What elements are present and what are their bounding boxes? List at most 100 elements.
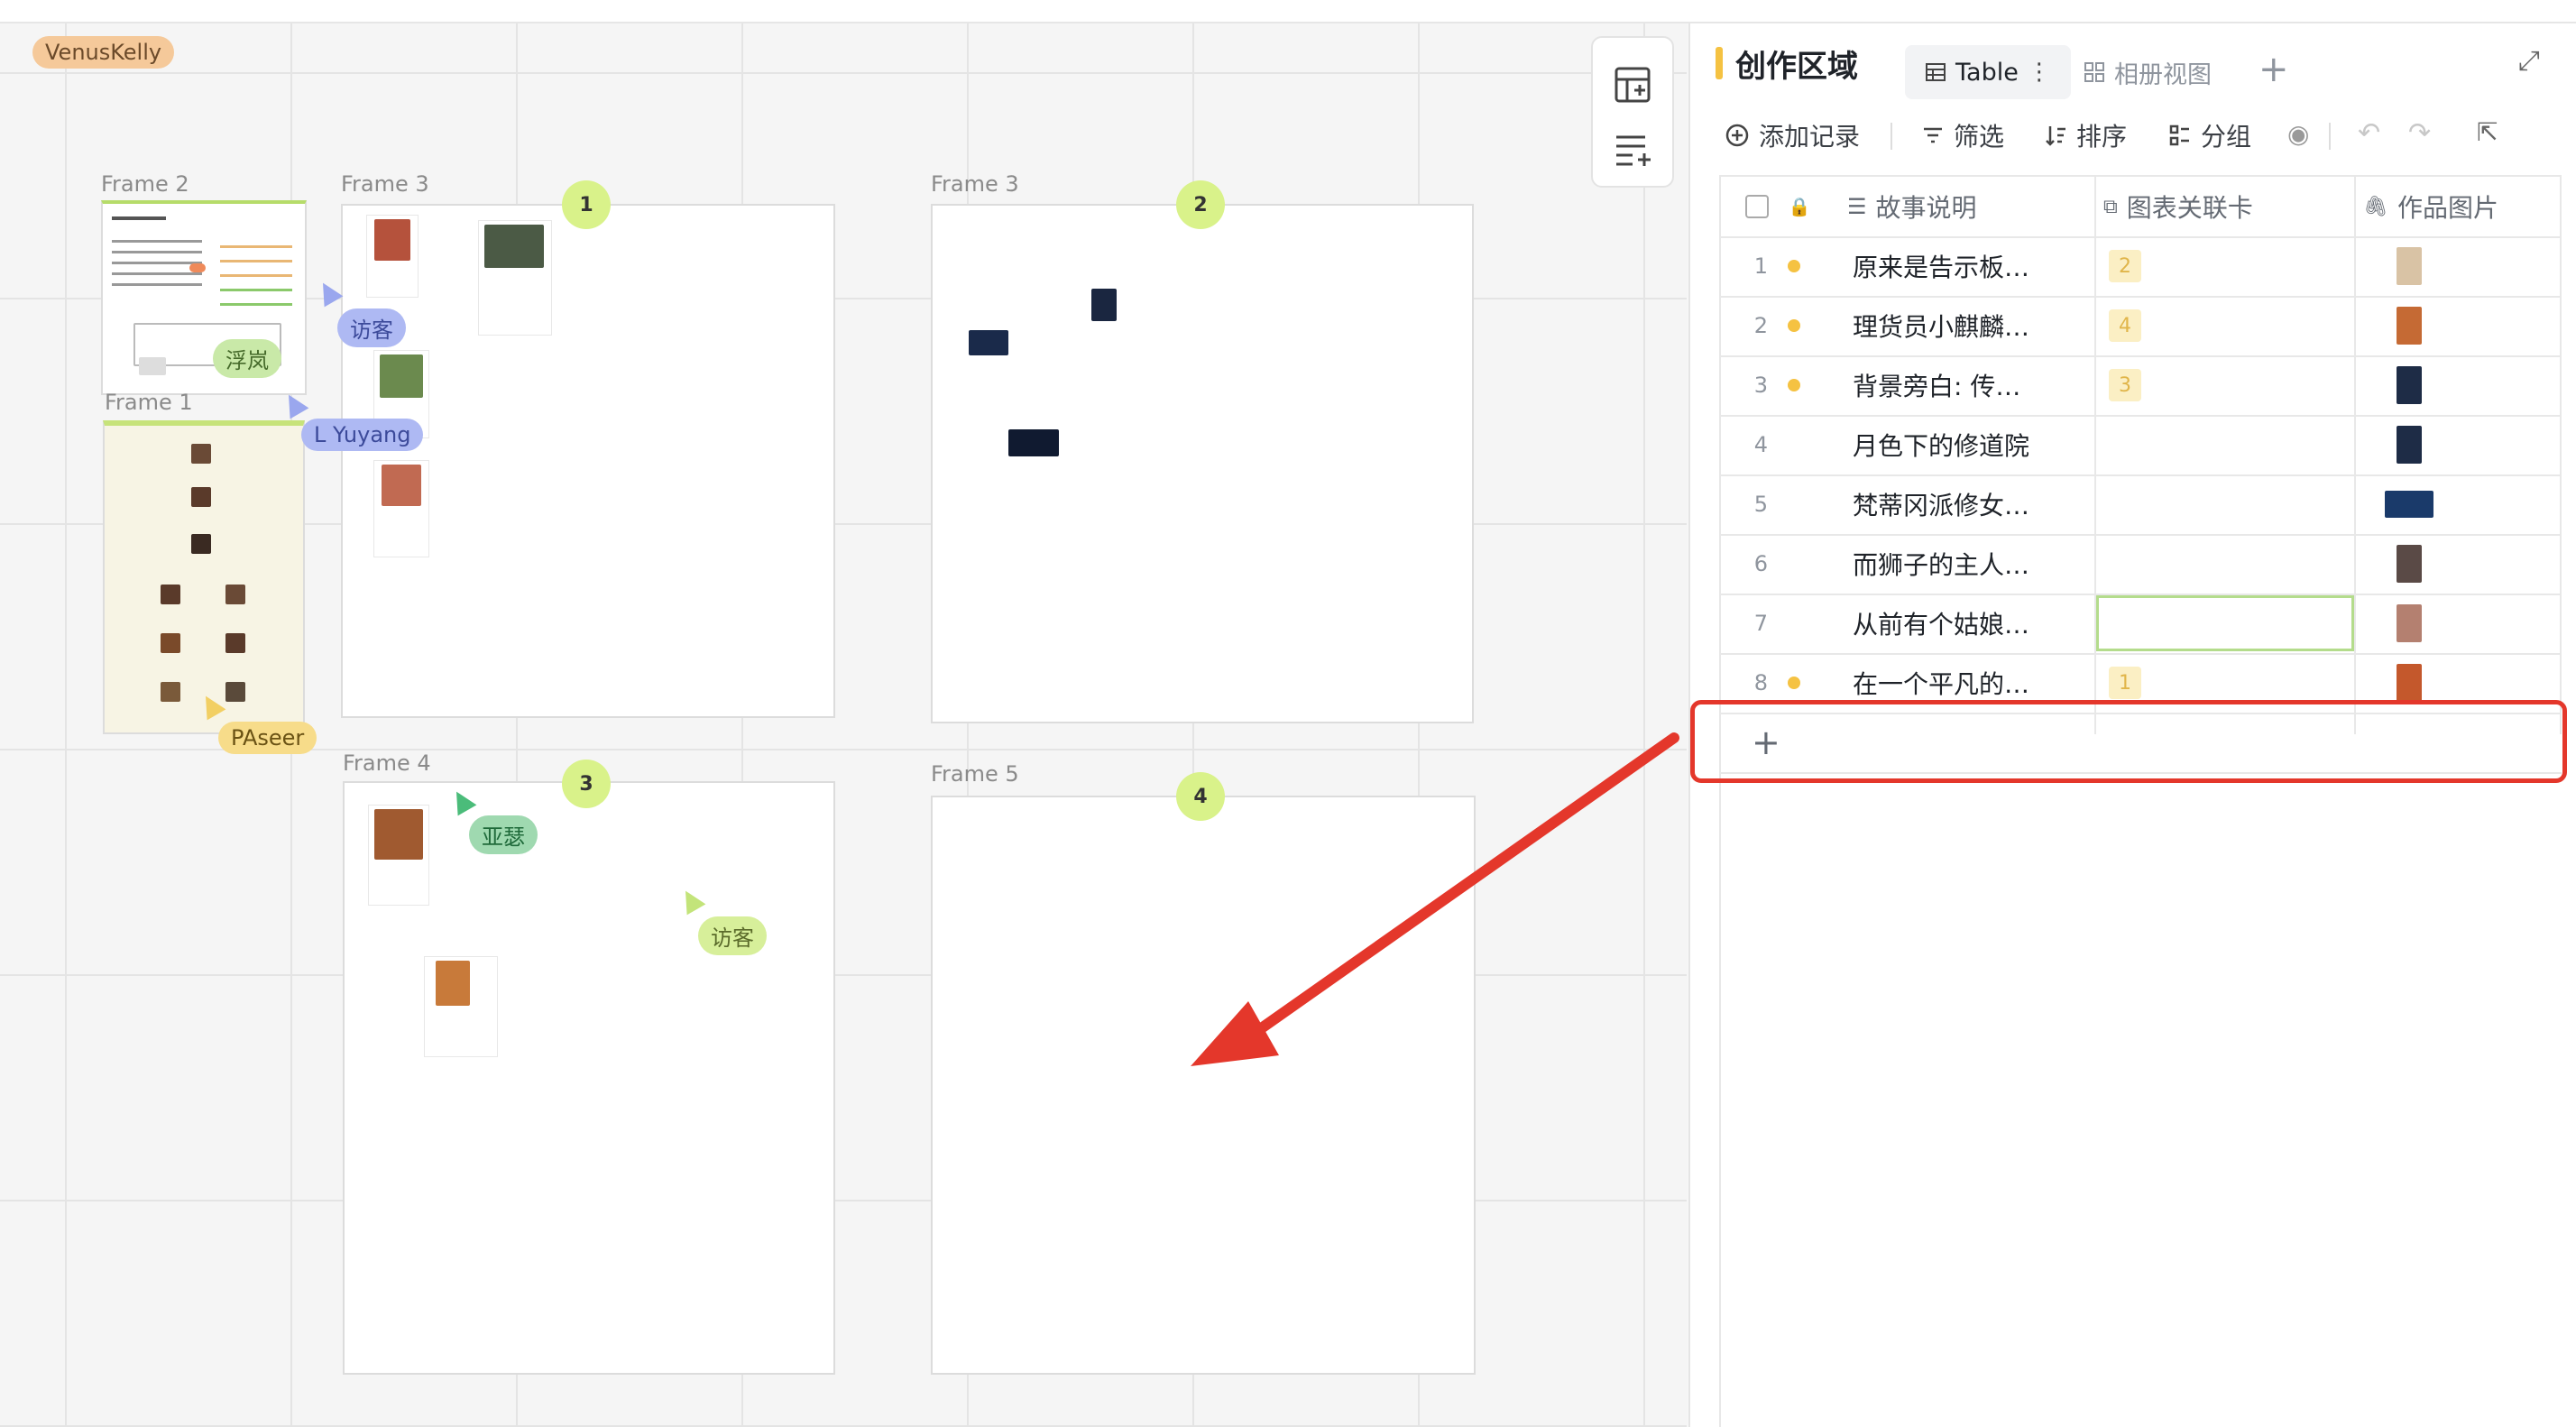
cell-story[interactable]: 原来是告示板…	[1845, 236, 2089, 296]
collaborator-cursor: 亚瑟	[469, 815, 538, 854]
cursor-arrow-icon	[313, 277, 344, 308]
cell-story[interactable]: 理货员小麒麟…	[1845, 296, 2089, 355]
table-row[interactable]: 2 理货员小麒麟… 4	[1719, 296, 2562, 357]
cell-story[interactable]: 背景旁白: 传…	[1845, 355, 2089, 415]
row-number: 3	[1753, 373, 1768, 398]
frame-label[interactable]: Frame 5	[931, 761, 1019, 787]
frame-label[interactable]: Frame 3	[931, 171, 1019, 197]
status-dot	[1788, 319, 1800, 332]
row-number: 8	[1753, 670, 1768, 695]
frame-label[interactable]: Frame 2	[101, 171, 189, 197]
undo-icon[interactable]: ↶	[2358, 117, 2380, 149]
cell-story[interactable]: 梵蒂冈派修女…	[1845, 474, 2089, 534]
tab-table[interactable]: Table ⋮	[1905, 45, 2071, 99]
table-insert-icon[interactable]	[1609, 61, 1656, 108]
linked-card-chip[interactable]: 1	[2109, 667, 2141, 699]
column-header-label: 作品图片	[2397, 193, 2498, 223]
cell-image[interactable]	[2356, 415, 2562, 474]
frame-number-badge: 3	[562, 760, 611, 808]
panel-title: 创作区域	[1735, 49, 1858, 85]
table-row[interactable]: 6 而狮子的主人…	[1719, 534, 2562, 595]
tab-gallery-label: 相册视图	[2114, 60, 2212, 89]
frame-3[interactable]	[931, 204, 1474, 723]
group-button[interactable]: 分组	[2168, 117, 2251, 153]
cell-story[interactable]: 而狮子的主人…	[1845, 534, 2089, 594]
column-header-story[interactable]: ☰ 故事说明	[1847, 177, 2091, 236]
cell-link[interactable]	[2096, 415, 2354, 474]
cell-link[interactable]: 4	[2096, 296, 2354, 355]
annotation-arrow	[1191, 732, 1679, 1066]
row-number: 1	[1753, 253, 1768, 279]
redo-icon[interactable]: ↷	[2408, 117, 2431, 149]
sort-button[interactable]: 排序	[2044, 117, 2127, 153]
whiteboard-canvas[interactable]: VenusKelly Frame 2 Frame 1 Frame 3 Frame…	[0, 0, 1687, 1427]
frame-number-badge: 2	[1176, 180, 1225, 229]
cell-image[interactable]	[2356, 355, 2562, 415]
table-row[interactable]: 3 背景旁白: 传… 3	[1719, 355, 2562, 417]
status-dot	[1788, 379, 1800, 391]
artwork-thumbnail[interactable]	[2385, 491, 2433, 518]
cell-story[interactable]: 月色下的修道院	[1845, 415, 2089, 474]
filter-button[interactable]: 筛选	[1921, 117, 2004, 153]
eye-icon[interactable]: ◉	[2287, 119, 2309, 149]
column-header-image[interactable]: 🖇 作品图片	[2363, 177, 2562, 236]
cell-link[interactable]	[2096, 474, 2354, 534]
add-record-button[interactable]: 添加记录	[1725, 117, 1860, 153]
artwork-thumbnail[interactable]	[2397, 366, 2422, 404]
cell-image[interactable]	[2356, 236, 2562, 296]
add-view-button[interactable]: +	[2259, 49, 2289, 90]
add-row-icon[interactable]	[1609, 126, 1656, 173]
artwork-thumbnail[interactable]	[2397, 604, 2422, 642]
cell-link[interactable]: 3	[2096, 355, 2354, 415]
frame-label[interactable]: Frame 4	[343, 750, 431, 776]
row-number: 4	[1753, 432, 1768, 457]
column-header-link[interactable]: ⧉ 图表关联卡	[2103, 177, 2356, 236]
cell-image[interactable]	[2356, 474, 2562, 534]
artwork-thumbnail[interactable]	[2397, 426, 2422, 464]
frame-3-story[interactable]	[341, 204, 835, 718]
row-number: 7	[1753, 611, 1768, 636]
cell-link[interactable]	[2096, 595, 2354, 651]
frame-1[interactable]	[103, 420, 305, 734]
toolbar-divider	[1891, 123, 1892, 150]
artwork-thumbnail[interactable]	[2397, 664, 2422, 702]
table-header-row: 🔒 ☰ 故事说明 ⧉ 图表关联卡 🖇 作品图片	[1719, 175, 2562, 238]
cell-link[interactable]	[2096, 534, 2354, 594]
linked-card-chip[interactable]: 4	[2109, 309, 2141, 342]
cell-link[interactable]: 2	[2096, 236, 2354, 296]
table-row[interactable]: 4 月色下的修道院	[1719, 415, 2562, 476]
table-row[interactable]: 1 原来是告示板… 2	[1719, 236, 2562, 298]
user-label-venuskelly: VenusKelly	[32, 36, 175, 69]
status-dot	[1788, 260, 1800, 272]
more-vertical-icon[interactable]: ⋮	[2028, 59, 2051, 86]
table-row[interactable]: 5 梵蒂冈派修女…	[1719, 474, 2562, 536]
floating-toolbar	[1591, 36, 1674, 188]
frame-4[interactable]	[343, 781, 835, 1375]
tab-table-label: Table	[1955, 58, 2019, 87]
filter-icon	[1924, 127, 1942, 143]
cell-story[interactable]: 从前有个姑娘…	[1845, 594, 2089, 653]
artwork-thumbnail[interactable]	[2397, 545, 2422, 583]
expand-icon[interactable]: ⤢	[2518, 45, 2540, 77]
toolbar-divider	[2329, 123, 2331, 150]
cell-image[interactable]	[2356, 594, 2562, 653]
artwork-thumbnail[interactable]	[2397, 247, 2422, 285]
table-icon	[1926, 63, 1946, 81]
artwork-thumbnail[interactable]	[2397, 307, 2422, 345]
select-all-checkbox[interactable]	[1744, 195, 1769, 218]
table-row[interactable]: 7 从前有个姑娘…	[1719, 594, 2562, 655]
filter-label: 筛选	[1954, 122, 2005, 152]
linked-card-chip[interactable]: 3	[2109, 369, 2141, 401]
cell-image[interactable]	[2356, 534, 2562, 594]
title-accent-bar	[1716, 47, 1723, 79]
column-header-label: 图表关联卡	[2126, 193, 2253, 223]
collaborator-cursor: 浮岚	[213, 339, 281, 378]
frame-label[interactable]: Frame 1	[105, 390, 193, 415]
frame-label[interactable]: Frame 3	[341, 171, 429, 197]
open-external-icon[interactable]: ⇱	[2477, 117, 2498, 147]
tab-gallery[interactable]: 相册视图	[2084, 45, 2212, 99]
linked-card-chip[interactable]: 2	[2109, 250, 2141, 282]
text-field-icon: ☰	[1847, 194, 1867, 219]
cell-image[interactable]	[2356, 296, 2562, 355]
row-number: 6	[1753, 551, 1768, 576]
